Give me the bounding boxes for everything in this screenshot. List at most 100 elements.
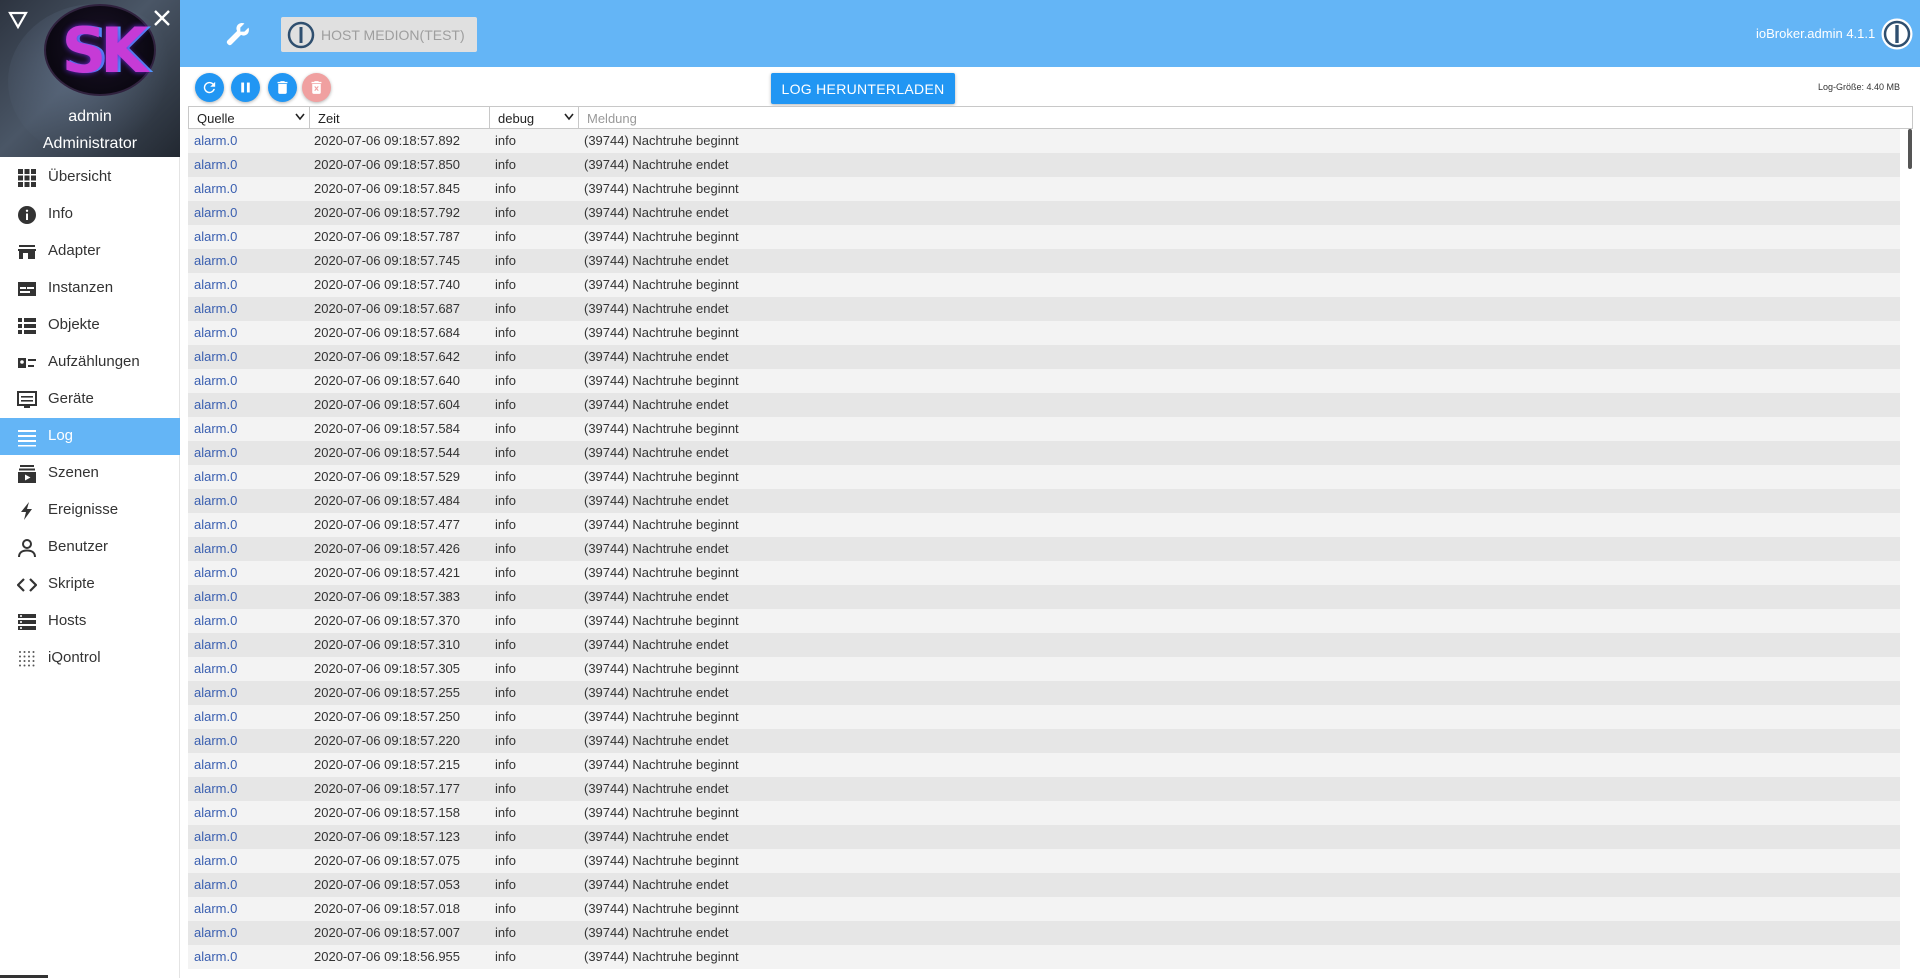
source-filter[interactable]: Quelle [189,107,310,128]
row-level: info [495,565,516,580]
sidebar-item-übersicht[interactable]: Übersicht [0,159,180,196]
sidebar-item-label: Instanzen [48,279,114,296]
sidebar-item-geräte[interactable]: Geräte [0,381,180,418]
table-row: alarm.0 2020-07-06 09:18:57.123 info (39744… [188,825,1900,849]
row-time: 2020-07-06 09:18:57.220 [314,733,461,748]
row-time: 2020-07-06 09:18:56.955 [314,949,461,964]
sidebar-item-label: Szenen [48,464,99,481]
row-level: info [495,637,516,652]
sidebar-item-objekte[interactable]: Objekte [0,307,180,344]
row-source: alarm.0 [194,469,238,484]
row-level: info [495,325,516,340]
row-time: 2020-07-06 09:18:57.745 [314,253,461,268]
row-source: alarm.0 [194,349,238,364]
chevron-down-icon [564,113,574,121]
sidebar-item-benutzer[interactable]: Benutzer [0,529,180,566]
sidebar-item-log[interactable]: Log [0,418,180,455]
row-message: (39744) Nachtruhe beginnt [584,181,739,196]
row-message: (39744) Nachtruhe endet [584,541,729,556]
chevron-down-icon [295,113,305,121]
row-level: info [495,757,516,772]
table-row: alarm.0 2020-07-06 09:18:57.158 info (39744… [188,801,1900,825]
download-log-button[interactable]: LOG HERUNTERLADEN [771,73,955,104]
user-role: Administrator [42,135,138,152]
level-header-label: debug [498,111,535,126]
top-bar: HOST MEDION(TEST) ioBroker.admin 4.1.1 [180,0,1920,67]
table-row: alarm.0 2020-07-06 09:18:57.177 info (39744… [188,777,1900,801]
sidebar-item-instanzen[interactable]: Instanzen [0,270,180,307]
row-message: (39744) Nachtruhe beginnt [584,517,739,532]
row-message: (39744) Nachtruhe beginnt [584,133,739,148]
row-time: 2020-07-06 09:18:57.845 [314,181,461,196]
row-level: info [495,877,516,892]
sidebar-item-szenen[interactable]: Szenen [0,455,180,492]
table-row: alarm.0 2020-07-06 09:18:57.477 info (39744… [188,513,1900,537]
server-icon [18,614,36,630]
row-time: 2020-07-06 09:18:57.177 [314,781,461,796]
table-row: alarm.0 2020-07-06 09:18:57.792 info (39744… [188,201,1900,225]
message-filter-input[interactable]: Meldung [579,107,1912,128]
row-message: (39744) Nachtruhe beginnt [584,421,739,436]
sidebar-item-label: Skripte [48,575,95,592]
scrollbar-thumb[interactable] [1908,129,1912,169]
table-row: alarm.0 2020-07-06 09:18:57.426 info (39744… [188,537,1900,561]
row-message: (39744) Nachtruhe beginnt [584,613,739,628]
table-row: alarm.0 2020-07-06 09:18:57.684 info (39744… [188,321,1900,345]
row-source: alarm.0 [194,445,238,460]
sidebar-item-aufzählungen[interactable]: Aufzählungen [0,344,180,381]
row-time: 2020-07-06 09:18:57.018 [314,901,461,916]
row-source: alarm.0 [194,301,238,316]
row-message: (39744) Nachtruhe endet [584,205,729,220]
table-row: alarm.0 2020-07-06 09:18:57.584 info (39744… [188,417,1900,441]
row-source: alarm.0 [194,253,238,268]
table-row: alarm.0 2020-07-06 09:18:57.007 info (39744… [188,921,1900,945]
row-source: alarm.0 [194,277,238,292]
version-label: ioBroker.admin 4.1.1 [1756,26,1876,41]
row-time: 2020-07-06 09:18:57.584 [314,421,461,436]
row-level: info [495,493,516,508]
sidebar-item-ereignisse[interactable]: Ereignisse [0,492,180,529]
row-message: (39744) Nachtruhe beginnt [584,373,739,388]
host-selector[interactable]: HOST MEDION(TEST) [281,17,477,52]
table-row: alarm.0 2020-07-06 09:18:57.255 info (39744… [188,681,1900,705]
row-message: (39744) Nachtruhe beginnt [584,805,739,820]
close-icon[interactable] [150,6,174,30]
row-level: info [495,373,516,388]
row-level: info [495,613,516,628]
table-row: alarm.0 2020-07-06 09:18:57.787 info (39744… [188,225,1900,249]
row-time: 2020-07-06 09:18:57.604 [314,397,461,412]
code-icon [17,578,37,592]
clear-log-button[interactable] [268,73,297,102]
table-row: alarm.0 2020-07-06 09:18:57.850 info (39744… [188,153,1900,177]
level-filter[interactable]: debug [490,107,579,128]
row-level: info [495,349,516,364]
row-time: 2020-07-06 09:18:57.421 [314,565,461,580]
sidebar-item-skripte[interactable]: Skripte [0,566,180,603]
row-time: 2020-07-06 09:18:57.053 [314,877,461,892]
table-row: alarm.0 2020-07-06 09:18:57.604 info (39744… [188,393,1900,417]
instances-icon [18,282,36,296]
row-time: 2020-07-06 09:18:57.792 [314,205,461,220]
row-level: info [495,229,516,244]
wrench-icon[interactable] [224,20,252,48]
sidebar-item-adapter[interactable]: Adapter [0,233,180,270]
app-root: SK admin Administrator Übersicht Info Adap… [0,0,1920,978]
table-row: alarm.0 2020-07-06 09:18:57.075 info (39744… [188,849,1900,873]
sidebar-item-info[interactable]: Info [0,196,180,233]
refresh-button[interactable] [195,73,224,102]
user-name: admin [68,108,112,125]
pause-button[interactable] [231,73,260,102]
table-row: alarm.0 2020-07-06 09:18:57.740 info (39744… [188,273,1900,297]
collapse-triangle-icon[interactable] [7,9,29,31]
log-toolbar: LOG HERUNTERLADEN Log-Größe: 4.40 MB [180,67,1920,107]
sidebar-item-label: Adapter [48,242,101,259]
row-source: alarm.0 [194,757,238,772]
row-source: alarm.0 [194,541,238,556]
sidebar-item-iqontrol[interactable]: iQontrol [0,640,180,677]
row-level: info [495,589,516,604]
delete-log-button[interactable] [302,73,331,102]
sidebar-item-hosts[interactable]: Hosts [0,603,180,640]
row-time: 2020-07-06 09:18:57.850 [314,157,461,172]
row-time: 2020-07-06 09:18:57.477 [314,517,461,532]
row-message: (39744) Nachtruhe beginnt [584,469,739,484]
